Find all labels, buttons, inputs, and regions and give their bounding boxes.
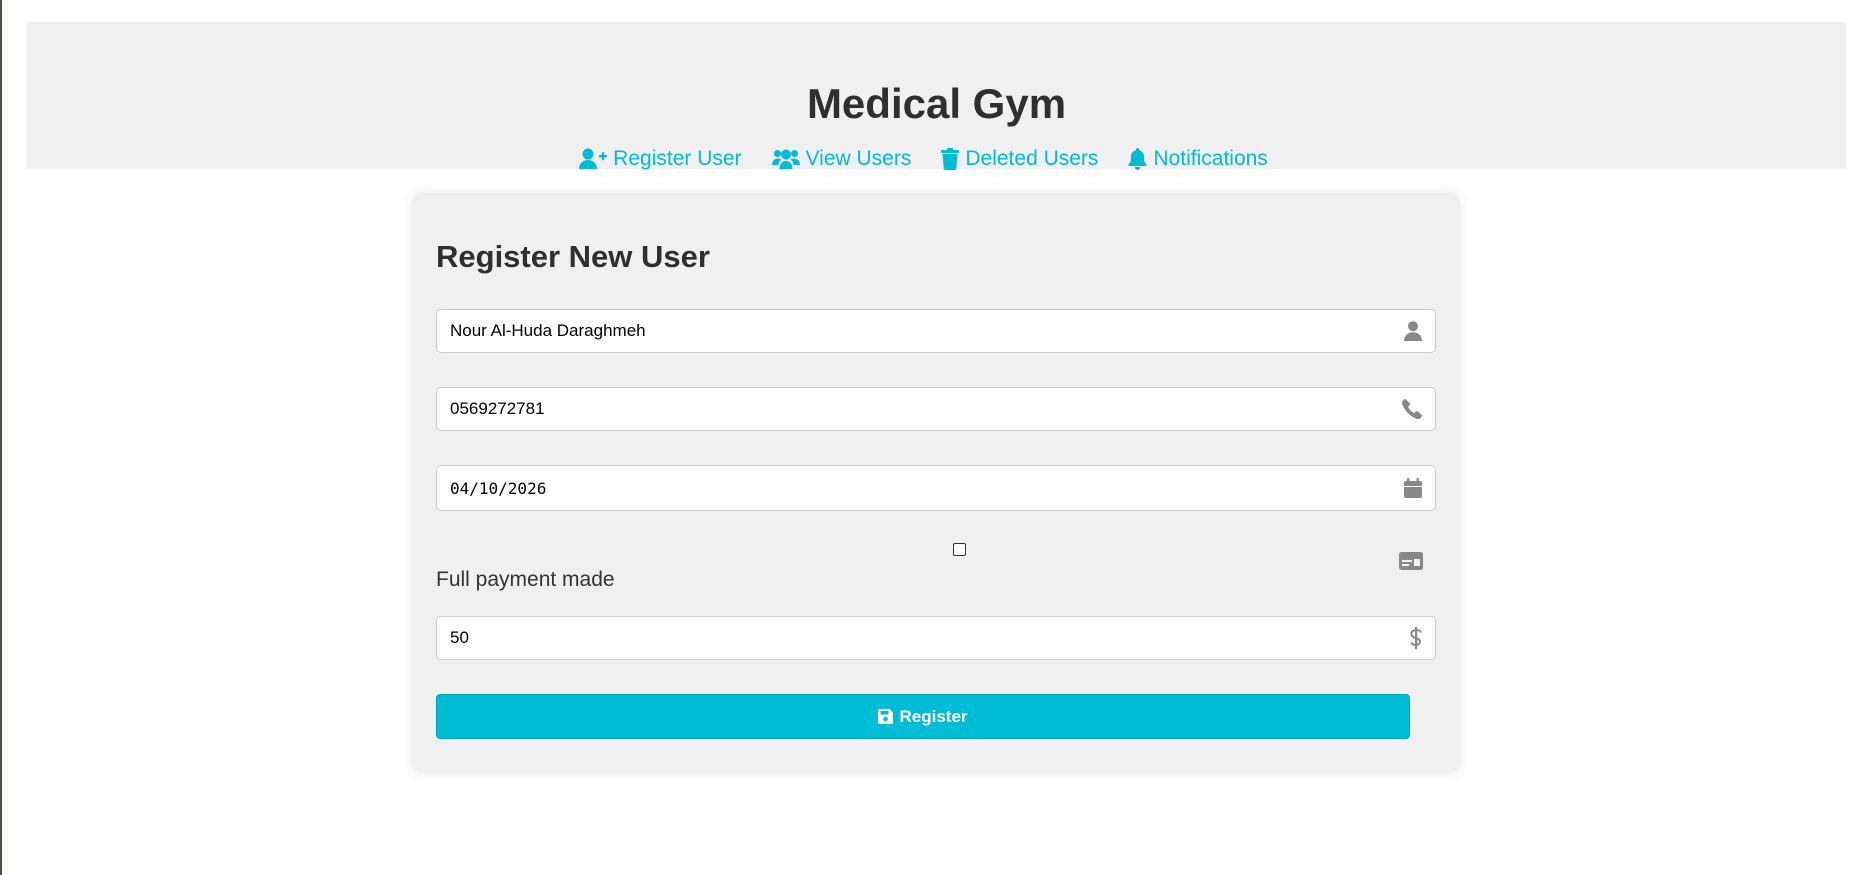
bell-icon xyxy=(1128,148,1147,170)
trash-icon xyxy=(941,148,960,170)
amount-field xyxy=(436,616,1436,660)
save-icon xyxy=(878,709,894,724)
full-payment-row: Full payment made xyxy=(436,536,1436,596)
main-nav: Register User View Users Deleted Users N… xyxy=(14,147,1833,171)
register-button[interactable]: Register xyxy=(436,694,1410,739)
nav-register-user[interactable]: Register User xyxy=(579,147,742,171)
dollar-icon xyxy=(1410,627,1422,649)
date-input[interactable] xyxy=(437,466,1435,510)
site-header: Medical Gym Register User View Users Del… xyxy=(27,22,1846,170)
users-icon xyxy=(771,148,800,170)
nav-view-users-label: View Users xyxy=(805,147,912,170)
register-button-label: Register xyxy=(899,706,968,726)
user-icon xyxy=(1404,321,1422,341)
phone-input[interactable] xyxy=(437,388,1435,430)
name-input[interactable] xyxy=(437,310,1435,352)
amount-input[interactable] xyxy=(437,617,1435,659)
site-title: Medical Gym xyxy=(806,80,1067,127)
form-title: Register New User xyxy=(436,239,710,274)
name-field xyxy=(436,309,1436,353)
nav-notifications-label: Notifications xyxy=(1153,147,1268,170)
register-form-card: Register New User Full payment made xyxy=(412,193,1460,773)
phone-field xyxy=(436,387,1436,431)
phone-icon xyxy=(1402,399,1422,419)
nav-view-users[interactable]: View Users xyxy=(771,147,912,171)
nav-deleted-users-label: Deleted Users xyxy=(965,147,1099,170)
nav-notifications[interactable]: Notifications xyxy=(1128,147,1268,171)
id-card-icon xyxy=(1399,552,1423,570)
full-payment-checkbox[interactable] xyxy=(953,543,966,556)
window-left-border xyxy=(0,0,2,875)
nav-deleted-users[interactable]: Deleted Users xyxy=(941,147,1098,171)
full-payment-label: Full payment made xyxy=(436,568,615,591)
calendar-icon[interactable] xyxy=(1404,478,1422,498)
date-field xyxy=(436,465,1436,511)
nav-register-user-label: Register User xyxy=(613,147,742,170)
user-plus-icon xyxy=(579,148,608,170)
